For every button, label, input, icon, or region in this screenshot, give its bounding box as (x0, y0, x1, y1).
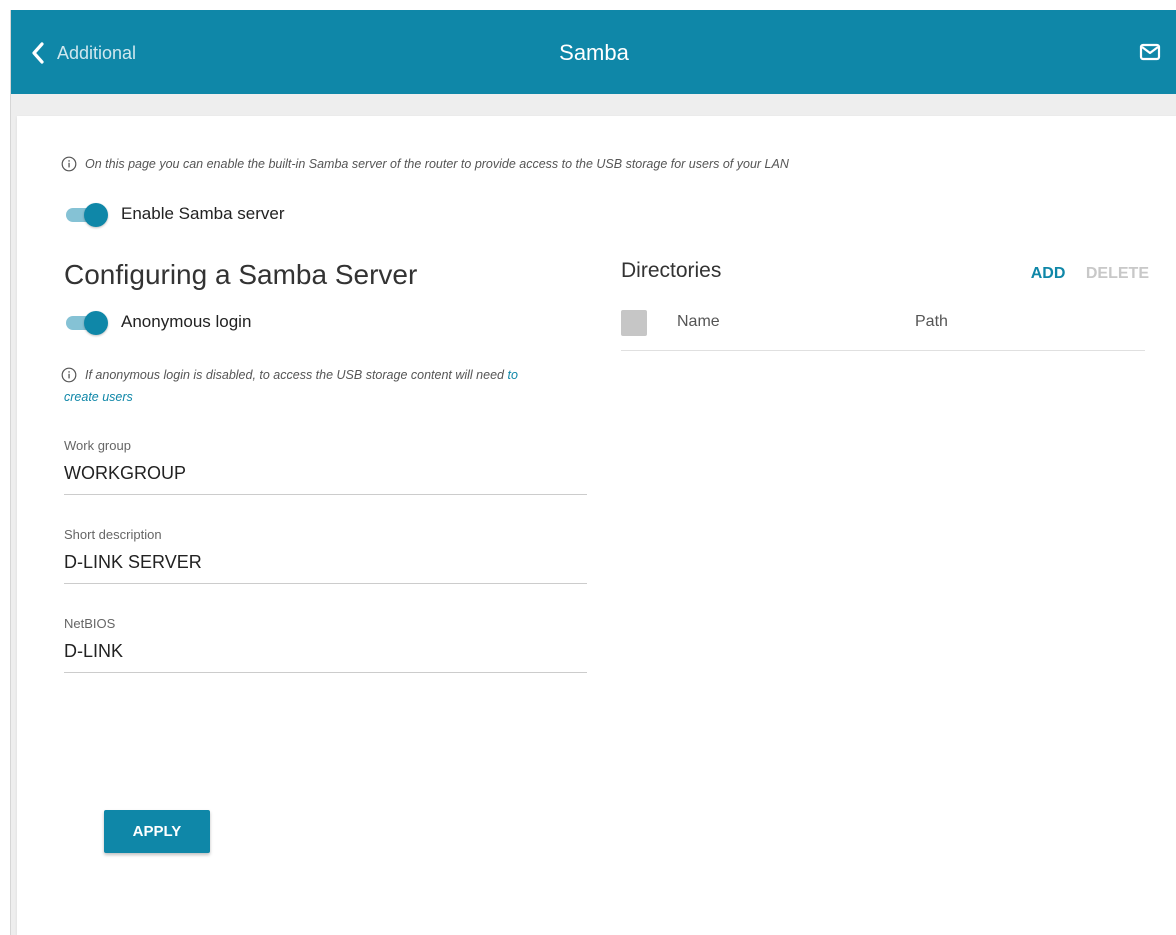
mail-button[interactable] (1139, 42, 1161, 67)
description-input[interactable] (64, 552, 587, 584)
create-users-link[interactable]: to (507, 368, 517, 382)
netbios-input[interactable] (64, 641, 587, 673)
directories-actions: ADD DELETE (1031, 265, 1149, 283)
toggle-knob (84, 203, 108, 227)
config-title: Configuring a Samba Server (64, 259, 418, 290)
anonymous-login-label: Anonymous login (121, 312, 252, 331)
enable-samba-toggle[interactable] (64, 201, 108, 227)
directories-table-header: Name Path (621, 306, 1145, 351)
apply-button[interactable]: APPLY (104, 810, 210, 853)
description-field: Short description (64, 527, 587, 584)
workgroup-field: Work group (64, 438, 587, 495)
workgroup-input[interactable] (64, 463, 587, 495)
create-users-link[interactable]: create users (64, 386, 133, 408)
delete-directory-button[interactable]: DELETE (1086, 265, 1149, 282)
top-bar: Additional Samba (11, 10, 1176, 94)
mail-icon (1139, 43, 1161, 66)
column-path: Path (915, 313, 948, 330)
samba-card: On this page you can enable the built-in… (17, 116, 1176, 935)
description-label: Short description (64, 527, 162, 542)
page-info: On this page you can enable the built-in… (61, 153, 1061, 175)
app-window: Additional Samba On this page you can en… (10, 10, 1176, 935)
toggle-knob (84, 311, 108, 335)
anonymous-note-continued: create users (64, 386, 133, 408)
netbios-label: NetBIOS (64, 616, 116, 631)
workgroup-label: Work group (64, 438, 131, 453)
page-info-text: On this page you can enable the built-in… (85, 157, 789, 171)
directories-title: Directories (621, 259, 722, 282)
anonymous-note-body: If anonymous login is disabled, to acces… (85, 368, 508, 382)
add-directory-button[interactable]: ADD (1031, 265, 1066, 282)
select-all-checkbox[interactable] (621, 310, 647, 336)
info-icon (61, 367, 77, 383)
netbios-field: NetBIOS (64, 616, 587, 673)
anonymous-note: If anonymous login is disabled, to acces… (61, 364, 591, 386)
page-title: Samba (559, 40, 629, 65)
anonymous-note-text: If anonymous login is disabled, to acces… (85, 364, 518, 386)
column-name: Name (677, 313, 720, 330)
anonymous-login-toggle[interactable] (64, 309, 108, 335)
page-frame: Additional Samba On this page you can en… (0, 0, 1176, 935)
info-icon (61, 156, 77, 172)
enable-samba-label: Enable Samba server (121, 204, 285, 223)
